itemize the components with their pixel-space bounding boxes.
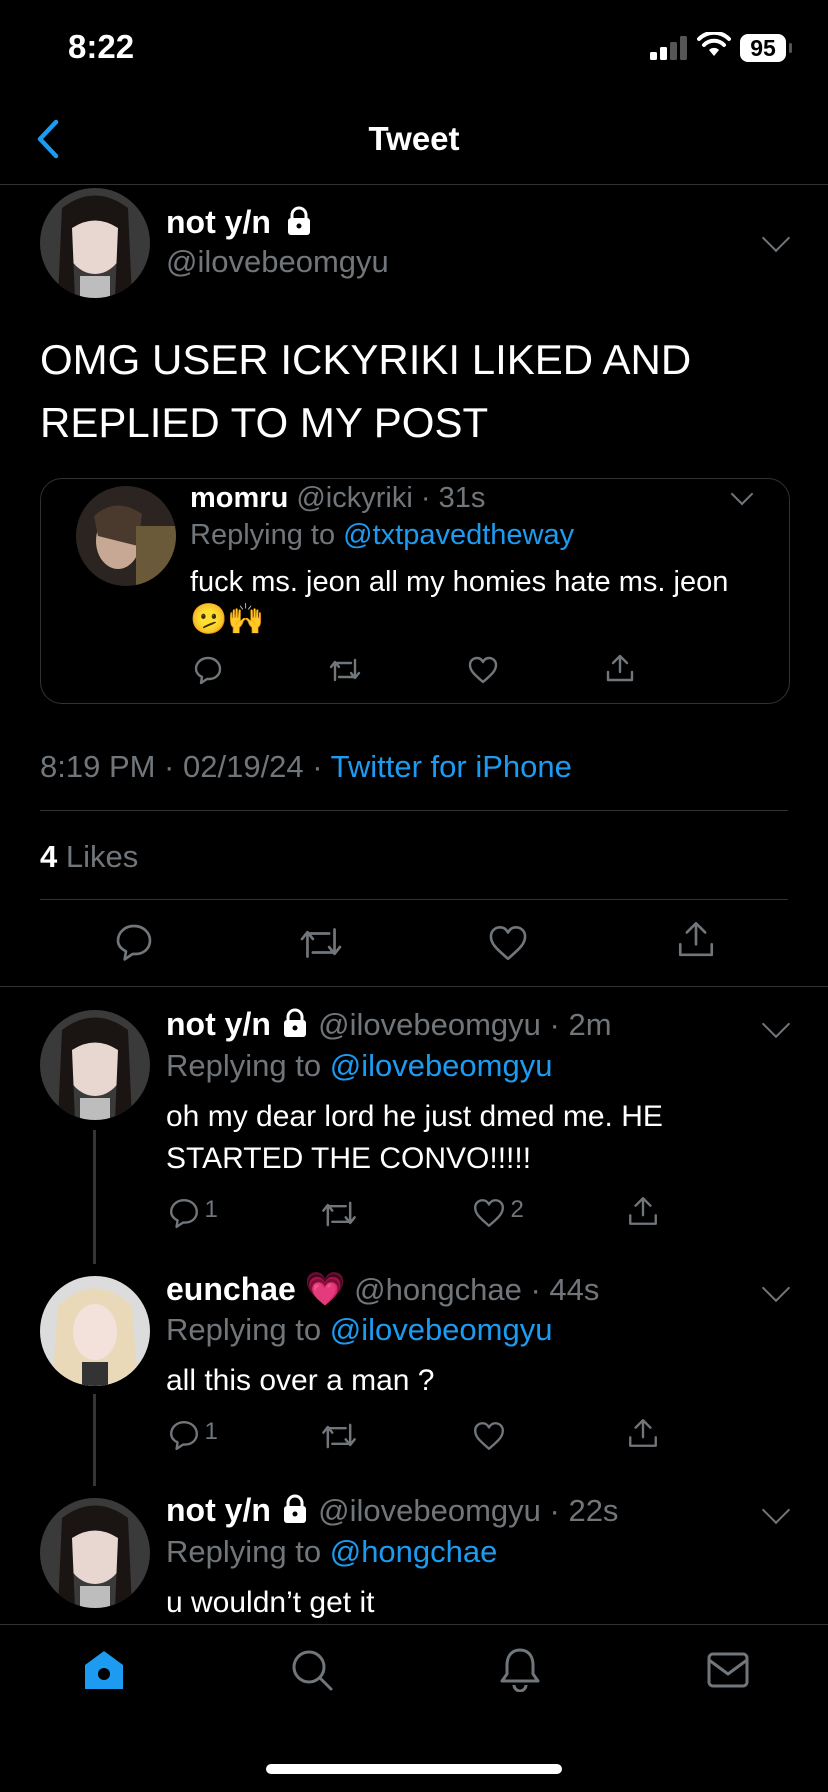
reply-author-handle[interactable]: @ilovebeomgyu <box>318 1007 541 1042</box>
home-icon[interactable] <box>82 1648 126 1692</box>
separator-dot: · <box>412 482 439 514</box>
quote-text: fuck ms. jeon all my homies hate ms. jeo… <box>190 566 729 598</box>
divider <box>40 810 788 811</box>
quote-time: 31s <box>438 482 486 514</box>
replying-mention[interactable]: @hongchae <box>330 1534 498 1569</box>
header-divider <box>0 184 828 185</box>
separator-dot: · <box>540 1007 569 1042</box>
reply-text: all this over a man ? <box>166 1364 435 1397</box>
tweet-source[interactable]: Twitter for iPhone <box>331 749 572 784</box>
retweet-icon[interactable] <box>320 1198 358 1230</box>
reply-action[interactable]: 1 <box>168 1418 218 1451</box>
avatar[interactable] <box>40 188 150 298</box>
share-icon[interactable] <box>626 1416 660 1450</box>
reply-text: oh my dear lord he just dmed me. HE STAR… <box>166 1100 663 1175</box>
replying-mention[interactable]: @ilovebeomgyu <box>330 1048 553 1083</box>
avatar[interactable] <box>40 1010 150 1120</box>
reply-icon[interactable] <box>114 922 154 962</box>
like-icon[interactable] <box>467 656 499 684</box>
replying-prefix: Replying to <box>166 1312 322 1347</box>
battery-tip <box>789 43 792 53</box>
reply-count: 1 <box>204 1196 218 1223</box>
chevron-down-icon[interactable] <box>761 1273 791 1303</box>
reply-author-handle[interactable]: @hongchae <box>354 1272 522 1307</box>
like-icon[interactable] <box>472 1420 506 1452</box>
lock-icon <box>283 1008 306 1037</box>
quote-avatar[interactable] <box>76 486 176 586</box>
reply-author-name: eunchae <box>166 1271 296 1307</box>
reply-action[interactable]: 1 <box>168 1196 218 1229</box>
reply-time: 2m <box>568 1007 612 1042</box>
chevron-down-icon[interactable] <box>761 223 791 253</box>
like-icon[interactable] <box>472 1197 506 1229</box>
retweet-icon[interactable] <box>320 1420 358 1452</box>
separator-dot: · <box>540 1493 569 1528</box>
replying-prefix: Replying to <box>166 1534 322 1569</box>
reply-author-handle[interactable]: @ilovebeomgyu <box>318 1493 541 1528</box>
avatar[interactable] <box>40 1276 150 1386</box>
chevron-down-icon[interactable] <box>761 1495 791 1525</box>
search-icon[interactable] <box>290 1648 334 1692</box>
like-count: 2 <box>510 1196 524 1223</box>
reply-count: 1 <box>204 1418 218 1445</box>
replying-mention[interactable]: @ilovebeomgyu <box>330 1312 553 1347</box>
lock-icon <box>287 206 310 235</box>
quote-emojis: 🫤🙌 <box>190 603 265 636</box>
battery-indicator: 95 <box>740 34 786 62</box>
reply-icon[interactable] <box>168 1197 200 1229</box>
bell-icon[interactable] <box>498 1646 542 1692</box>
separator-dot: · <box>521 1272 550 1307</box>
lock-icon <box>283 1494 306 1523</box>
author-name: not y/n <box>166 204 271 240</box>
tabbar-divider <box>0 1624 828 1625</box>
thread-line <box>93 1394 96 1486</box>
share-icon[interactable] <box>604 652 636 684</box>
reply-icon[interactable] <box>168 1419 200 1451</box>
like-action[interactable]: 2 <box>472 1196 524 1229</box>
divider <box>0 986 828 987</box>
replying-prefix: Replying to <box>190 519 336 551</box>
quote-author-name: momru <box>190 482 289 514</box>
tweet-text: OMG USER ICKYRIKI LIKED AND REPLIED TO M… <box>40 336 692 446</box>
like-icon[interactable] <box>487 924 529 962</box>
signal-icon <box>650 36 687 60</box>
likes-label: Likes <box>65 839 139 874</box>
reply-time: 22s <box>568 1493 619 1528</box>
status-time: 8:22 <box>68 28 135 65</box>
heart-emoji: 💗 <box>304 1270 346 1307</box>
reply-author-name: not y/n <box>166 1006 271 1042</box>
divider <box>40 899 788 900</box>
wifi-icon <box>697 32 731 56</box>
replying-prefix: Replying to <box>166 1048 322 1083</box>
reply-icon[interactable] <box>193 655 223 685</box>
tweet-timestamp: 8:19 PM · 02/19/24 · <box>40 749 331 784</box>
mail-icon[interactable] <box>706 1650 750 1690</box>
share-icon[interactable] <box>626 1194 660 1228</box>
thread-line <box>93 1130 96 1264</box>
likes-count: 4 <box>40 839 58 874</box>
home-indicator <box>266 1764 562 1774</box>
avatar[interactable] <box>40 1498 150 1608</box>
reply-author-name: not y/n <box>166 1492 271 1528</box>
author-handle[interactable]: @ilovebeomgyu <box>166 244 389 280</box>
reply-time: 44s <box>549 1272 600 1307</box>
retweet-icon[interactable] <box>328 656 362 684</box>
reply-text: u wouldn’t get it <box>166 1586 375 1619</box>
replying-mention[interactable]: @txtpavedtheway <box>343 519 574 551</box>
likes-stat[interactable]: 4 Likes <box>40 839 138 875</box>
chevron-down-icon[interactable] <box>761 1009 791 1039</box>
share-icon[interactable] <box>675 918 717 960</box>
quote-author-handle[interactable]: @ickyriki <box>296 482 412 514</box>
page-title: Tweet <box>368 120 460 157</box>
retweet-icon[interactable] <box>298 924 344 962</box>
